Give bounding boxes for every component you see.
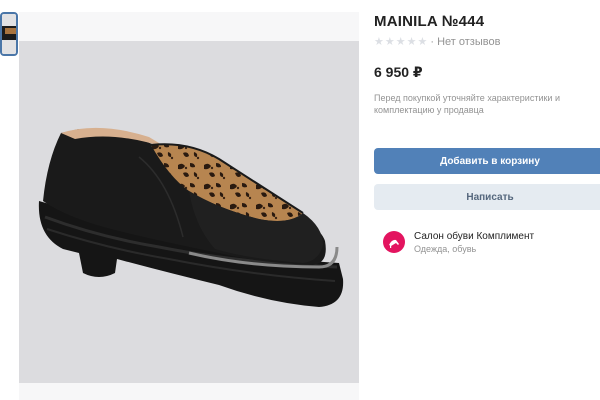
star-icon: ★ (374, 35, 384, 48)
gallery-thumbnail[interactable] (0, 12, 18, 56)
seller-category: Одежда, обувь (414, 244, 477, 254)
product-title: MAINILA №444 (374, 13, 485, 30)
purchase-note: Перед покупкой уточняйте характеристики … (374, 93, 560, 115)
write-message-button[interactable]: Написать (374, 184, 600, 210)
write-message-label: Написать (466, 191, 514, 203)
thumbnail-shoe-image (2, 14, 16, 54)
seller-avatar[interactable] (383, 231, 405, 253)
star-icon: ★ (417, 35, 428, 48)
star-icon: ★ (384, 35, 395, 48)
product-info-panel: MAINILA №444 ★ ★ ★ ★ ★ · Нет отзывов 6 9… (374, 12, 600, 255)
rating-stars: ★ ★ ★ ★ ★ (374, 35, 428, 48)
seller-card[interactable]: Салон обуви Комплимент Одежда, обувь (383, 230, 600, 255)
product-photo (19, 41, 359, 383)
reviews-link[interactable]: · Нет отзывов (430, 36, 500, 48)
rating-row[interactable]: ★ ★ ★ ★ ★ · Нет отзывов (374, 34, 600, 50)
product-price: 6 950 ₽ (374, 64, 423, 80)
product-gallery[interactable] (19, 12, 359, 400)
star-icon: ★ (395, 35, 406, 48)
star-icon: ★ (406, 35, 417, 48)
add-to-cart-label: Добавить в корзину (440, 155, 540, 167)
seller-name[interactable]: Салон обуви Комплимент (414, 230, 534, 243)
high-heel-icon (389, 239, 399, 248)
add-to-cart-button[interactable]: Добавить в корзину (374, 148, 600, 174)
